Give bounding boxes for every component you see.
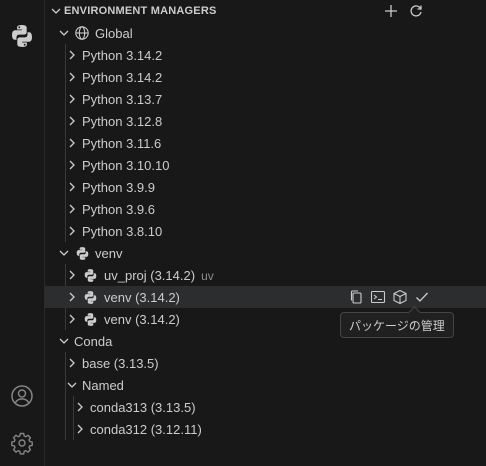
row-actions bbox=[348, 289, 430, 305]
tree-item-venv-selected[interactable]: venv (3.14.2) bbox=[45, 286, 486, 308]
env-manager-tag: uv bbox=[201, 269, 214, 283]
chevron-down-icon[interactable] bbox=[56, 245, 72, 261]
chevron-right-icon[interactable] bbox=[64, 223, 80, 239]
account-icon[interactable] bbox=[8, 382, 36, 410]
tree-item-venv[interactable]: uv_proj (3.14.2) uv bbox=[45, 264, 486, 286]
python-icon bbox=[74, 245, 90, 261]
tree-item-python[interactable]: Python 3.14.2 bbox=[45, 44, 486, 66]
tree-item-conda-env[interactable]: conda312 (3.12.11) bbox=[45, 418, 486, 440]
section-title: ENVIRONMENT MANAGERS bbox=[64, 5, 217, 17]
item-label: venv (3.14.2) bbox=[104, 290, 180, 305]
item-label: venv (3.14.2) bbox=[104, 312, 180, 327]
item-label: Python 3.9.6 bbox=[82, 202, 155, 217]
chevron-right-icon[interactable] bbox=[64, 267, 80, 283]
tree-item-python[interactable]: Python 3.8.10 bbox=[45, 220, 486, 242]
group-label: Conda bbox=[74, 334, 113, 349]
globe-icon bbox=[74, 25, 90, 41]
item-label: Python 3.14.2 bbox=[82, 48, 163, 63]
tree-item-python[interactable]: Python 3.10.10 bbox=[45, 154, 486, 176]
tree-item-python[interactable]: Python 3.11.6 bbox=[45, 132, 486, 154]
package-icon[interactable] bbox=[392, 289, 408, 305]
item-label: base (3.13.5) bbox=[82, 356, 159, 371]
tree-item-conda-env[interactable]: conda313 (3.13.5) bbox=[45, 396, 486, 418]
chevron-down-icon[interactable] bbox=[56, 25, 72, 41]
chevron-right-icon[interactable] bbox=[72, 399, 88, 415]
item-label: uv_proj (3.14.2) uv bbox=[104, 268, 214, 283]
add-icon[interactable] bbox=[383, 3, 399, 19]
item-label: Python 3.10.10 bbox=[82, 158, 170, 173]
activity-bar bbox=[0, 0, 45, 466]
tree-item-python[interactable]: Python 3.9.6 bbox=[45, 198, 486, 220]
chevron-right-icon[interactable] bbox=[64, 311, 80, 327]
chevron-right-icon[interactable] bbox=[64, 355, 80, 371]
tree-group-venv[interactable]: venv bbox=[45, 242, 486, 264]
chevron-down-icon[interactable] bbox=[48, 3, 64, 19]
group-label: Named bbox=[82, 378, 124, 393]
python-icon bbox=[82, 289, 98, 305]
tree-item-python[interactable]: Python 3.12.8 bbox=[45, 110, 486, 132]
item-label: Python 3.14.2 bbox=[82, 70, 163, 85]
group-label: venv bbox=[95, 246, 123, 261]
tree-item-python[interactable]: Python 3.14.2 bbox=[45, 66, 486, 88]
check-icon[interactable] bbox=[414, 289, 430, 305]
python-icon bbox=[82, 267, 98, 283]
tooltip-text: パッケージの管理 bbox=[349, 318, 445, 333]
tooltip: パッケージの管理 bbox=[340, 312, 454, 338]
item-label: Python 3.8.10 bbox=[82, 224, 163, 239]
item-label: conda312 (3.12.11) bbox=[90, 422, 202, 437]
item-label: Python 3.11.6 bbox=[82, 136, 162, 151]
item-label: Python 3.13.7 bbox=[82, 92, 163, 107]
chevron-right-icon[interactable] bbox=[64, 69, 80, 85]
chevron-right-icon[interactable] bbox=[64, 47, 80, 63]
section-header[interactable]: ENVIRONMENT MANAGERS bbox=[45, 0, 486, 22]
tree-item-python[interactable]: Python 3.13.7 bbox=[45, 88, 486, 110]
refresh-icon[interactable] bbox=[408, 3, 424, 19]
chevron-right-icon[interactable] bbox=[72, 421, 88, 437]
chevron-down-icon[interactable] bbox=[56, 333, 72, 349]
item-label: conda313 (3.13.5) bbox=[90, 400, 196, 415]
chevron-down-icon[interactable] bbox=[64, 377, 80, 393]
python-icon bbox=[82, 311, 98, 327]
tree-group-global[interactable]: Global bbox=[45, 22, 486, 44]
tree-group-named[interactable]: Named bbox=[45, 374, 486, 396]
gear-icon[interactable] bbox=[8, 429, 36, 457]
environment-managers-panel: ENVIRONMENT MANAGERS Global Python 3.14.… bbox=[45, 0, 486, 466]
env-name: uv_proj (3.14.2) bbox=[104, 268, 196, 283]
chevron-right-icon[interactable] bbox=[64, 113, 80, 129]
tree-item-conda-base[interactable]: base (3.13.5) bbox=[45, 352, 486, 374]
chevron-right-icon[interactable] bbox=[64, 201, 80, 217]
chevron-right-icon[interactable] bbox=[64, 289, 80, 305]
copy-icon[interactable] bbox=[348, 289, 364, 305]
python-icon[interactable] bbox=[8, 22, 36, 50]
item-label: Python 3.9.9 bbox=[82, 180, 155, 195]
chevron-right-icon[interactable] bbox=[64, 135, 80, 151]
chevron-right-icon[interactable] bbox=[64, 179, 80, 195]
item-label: Python 3.12.8 bbox=[82, 114, 163, 129]
terminal-icon[interactable] bbox=[370, 289, 386, 305]
chevron-right-icon[interactable] bbox=[64, 91, 80, 107]
tree-item-python[interactable]: Python 3.9.9 bbox=[45, 176, 486, 198]
group-label: Global bbox=[95, 26, 133, 41]
chevron-right-icon[interactable] bbox=[64, 157, 80, 173]
